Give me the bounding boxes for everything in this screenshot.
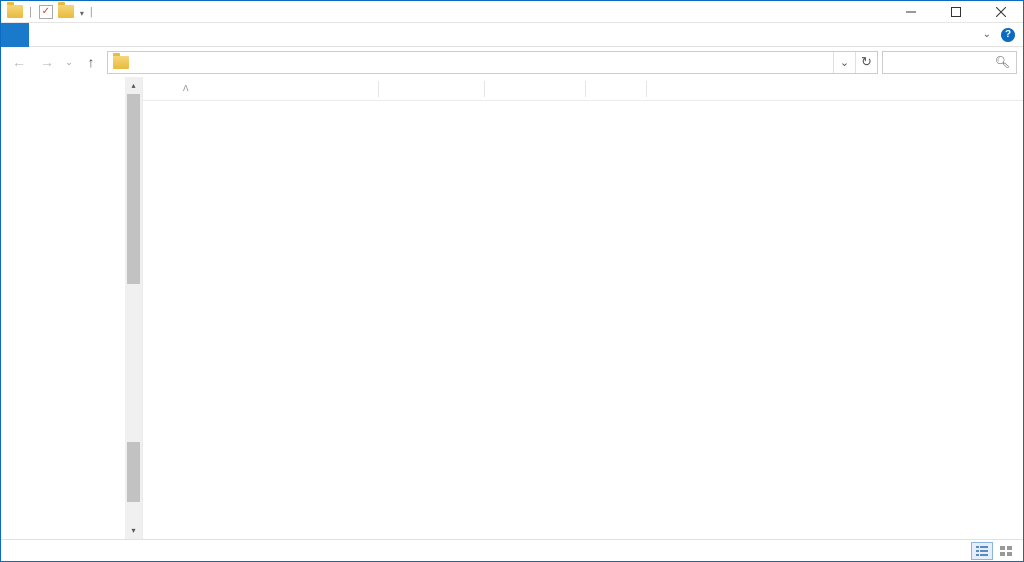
recent-locations-dropdown[interactable]: ⌄ bbox=[63, 50, 75, 74]
explorer-window: | ✓ | ⌄ ? ← → ⌄ ↑ ⌄ bbox=[0, 0, 1024, 562]
content-pane: ᐱ bbox=[142, 77, 1023, 539]
back-button[interactable]: ← bbox=[7, 50, 31, 74]
navigation-pane bbox=[1, 77, 125, 539]
tab-file[interactable] bbox=[1, 23, 29, 47]
scroll-down-icon[interactable]: ▾ bbox=[125, 522, 142, 539]
refresh-button[interactable]: ↻ bbox=[855, 52, 877, 73]
sort-ascending-icon: ᐱ bbox=[183, 84, 188, 93]
search-input[interactable] bbox=[889, 55, 995, 69]
qat-dropdown-icon[interactable] bbox=[78, 3, 84, 21]
column-headers: ᐱ bbox=[143, 77, 1023, 101]
title-bar: | ✓ | bbox=[1, 1, 1023, 23]
column-header-name[interactable]: ᐱ bbox=[153, 84, 378, 93]
nav-scrollbar[interactable]: ▴ ▾ bbox=[125, 77, 142, 539]
file-list bbox=[143, 101, 1023, 539]
folder-icon bbox=[7, 4, 23, 20]
qat-separator: | bbox=[27, 6, 34, 18]
folder-icon bbox=[58, 4, 74, 20]
help-icon[interactable]: ? bbox=[1001, 28, 1015, 42]
address-history-dropdown[interactable]: ⌄ bbox=[833, 52, 855, 73]
ribbon-expand-icon[interactable]: ⌄ bbox=[983, 29, 991, 40]
ribbon-tabs: ⌄ ? bbox=[1, 23, 1023, 47]
forward-button[interactable]: → bbox=[35, 50, 59, 74]
large-icons-view-button[interactable] bbox=[995, 542, 1017, 560]
details-view-button[interactable] bbox=[971, 542, 993, 560]
search-box[interactable]: 🔍︎ bbox=[882, 51, 1017, 74]
scrollbar-thumb[interactable] bbox=[127, 442, 140, 502]
scrollbar-thumb[interactable] bbox=[127, 94, 140, 284]
folder-icon bbox=[113, 56, 129, 69]
up-button[interactable]: ↑ bbox=[79, 50, 103, 74]
address-bar-row: ← → ⌄ ↑ ⌄ ↻ 🔍︎ bbox=[1, 47, 1023, 77]
tab-share[interactable] bbox=[57, 23, 85, 47]
properties-qat-icon[interactable]: ✓ bbox=[38, 4, 54, 20]
minimize-button[interactable] bbox=[888, 1, 933, 22]
tab-home[interactable] bbox=[29, 23, 57, 47]
scroll-up-icon[interactable]: ▴ bbox=[125, 77, 142, 94]
status-bar bbox=[1, 539, 1023, 561]
navigation-pane-wrapper: ▴ ▾ bbox=[1, 77, 142, 539]
close-button[interactable] bbox=[978, 1, 1023, 22]
maximize-button[interactable] bbox=[933, 1, 978, 22]
qat-separator: | bbox=[88, 6, 95, 18]
tab-view[interactable] bbox=[85, 23, 113, 47]
search-icon[interactable]: 🔍︎ bbox=[995, 55, 1010, 69]
address-bar[interactable]: ⌄ ↻ bbox=[107, 51, 878, 74]
